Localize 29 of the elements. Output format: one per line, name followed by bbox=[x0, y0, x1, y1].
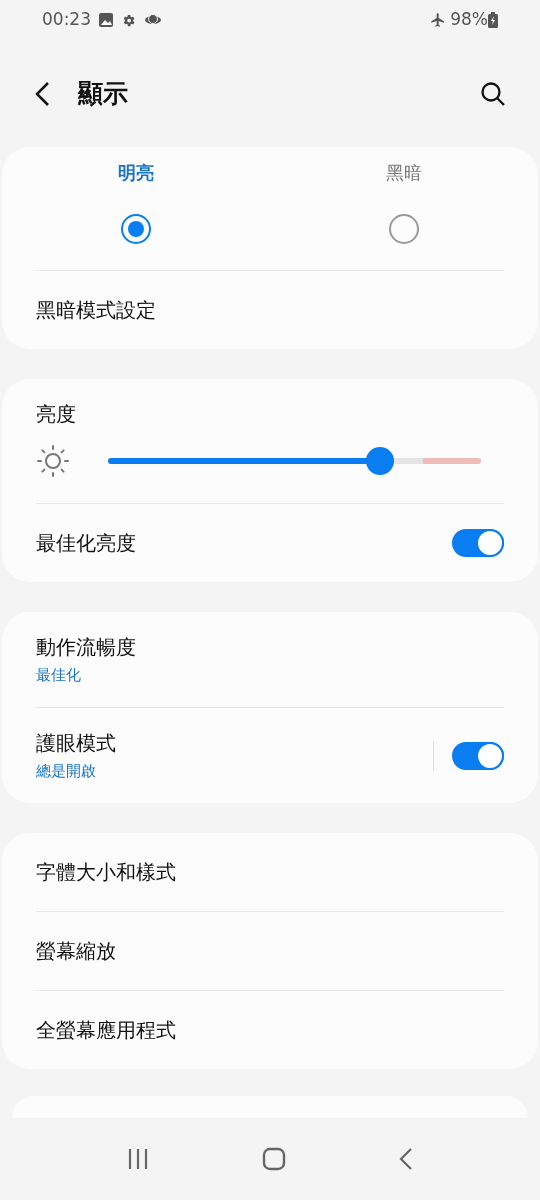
toggle-switch[interactable] bbox=[452, 529, 504, 557]
brightness-label: 亮度 bbox=[36, 402, 76, 426]
gear-icon bbox=[121, 12, 136, 28]
theme-label: 明亮 bbox=[118, 161, 154, 185]
setting-value: 總是開啟 bbox=[36, 761, 97, 783]
home-icon[interactable] bbox=[262, 1147, 286, 1171]
setting-item[interactable]: 字體大小和樣式 bbox=[36, 857, 176, 887]
battery-percentage: 98% bbox=[450, 8, 488, 32]
back-icon[interactable] bbox=[34, 80, 50, 107]
recent-apps-icon[interactable] bbox=[126, 1148, 149, 1170]
battery-icon bbox=[488, 12, 498, 28]
theme-label: 黑暗 bbox=[386, 161, 422, 185]
setting-title[interactable]: 動作流暢度 bbox=[36, 632, 504, 663]
setting-title[interactable]: 護眼模式 bbox=[36, 728, 433, 759]
dark-mode-settings-item[interactable]: 黑暗模式設定 bbox=[36, 295, 156, 325]
planet-icon bbox=[144, 13, 162, 27]
clock: 00:23 bbox=[42, 8, 91, 32]
radio-button[interactable] bbox=[121, 214, 151, 244]
page-title: 顯示 bbox=[78, 77, 128, 110]
search-icon[interactable] bbox=[480, 80, 506, 107]
setting-value: 最佳化 bbox=[36, 665, 82, 687]
setting-item[interactable]: 螢幕縮放 bbox=[36, 936, 116, 966]
setting-item[interactable]: 全螢幕應用程式 bbox=[36, 1015, 176, 1045]
adaptive-brightness-label: 最佳化亮度 bbox=[36, 530, 136, 557]
sun-icon bbox=[36, 444, 70, 478]
image-icon bbox=[99, 13, 113, 27]
radio-button[interactable] bbox=[389, 214, 419, 244]
toggle-switch[interactable] bbox=[452, 741, 504, 770]
airplane-icon bbox=[430, 12, 447, 28]
